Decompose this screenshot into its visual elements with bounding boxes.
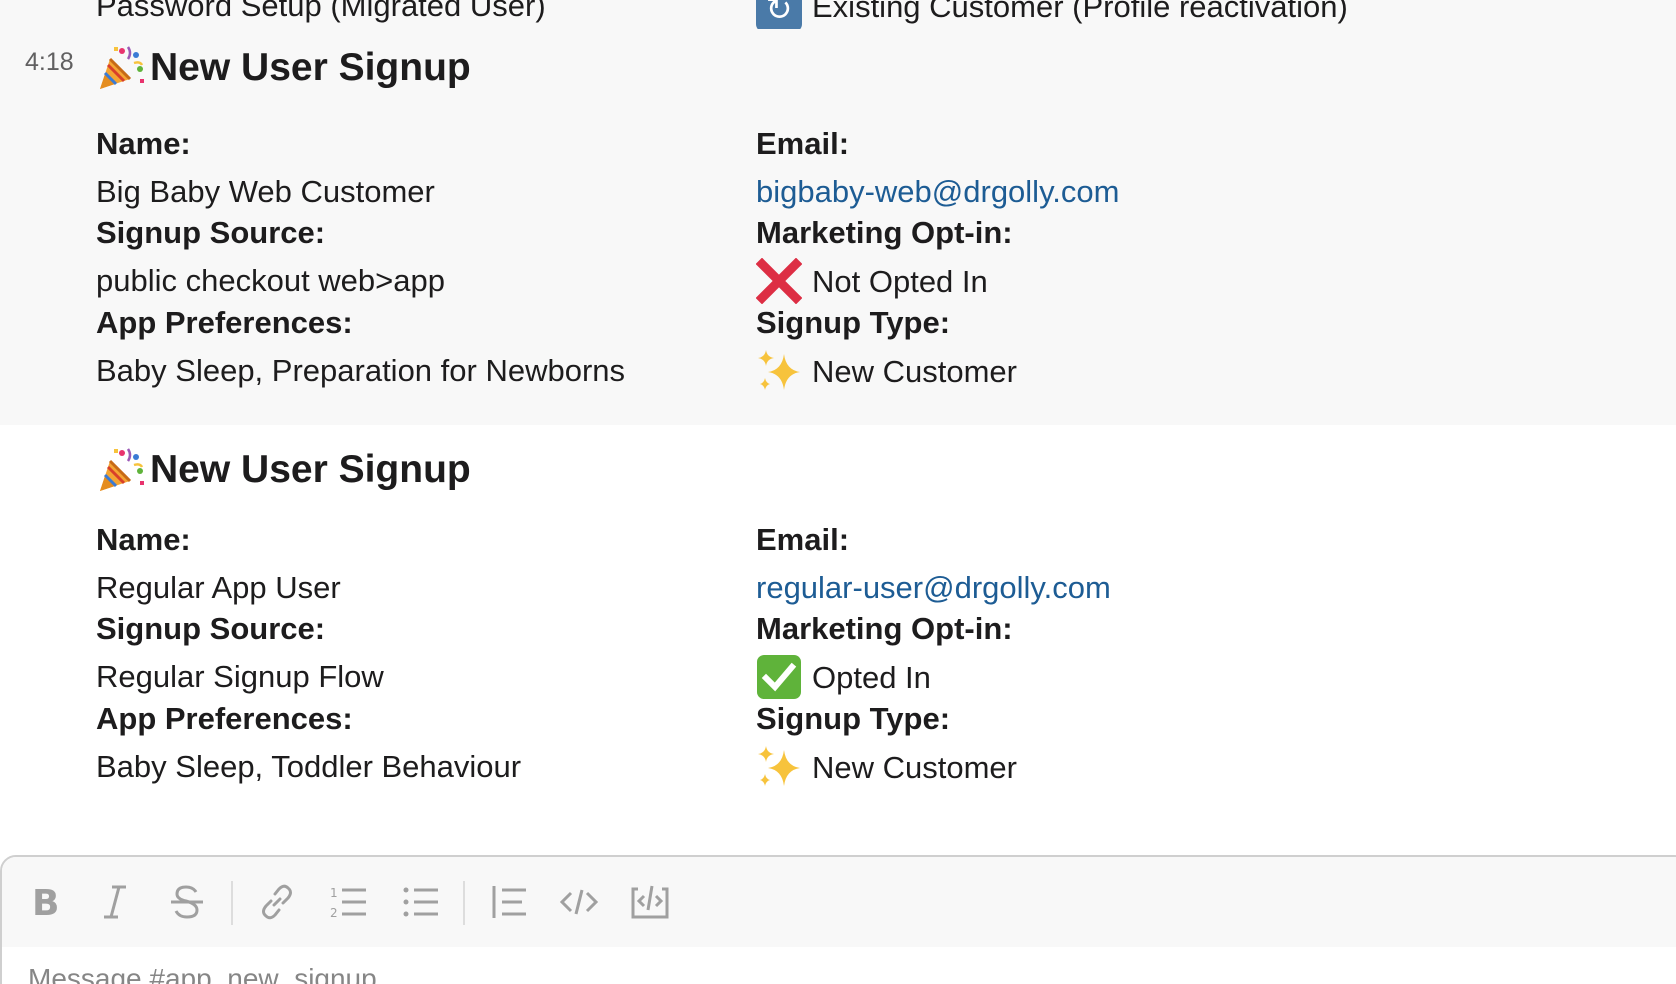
party-popper-icon [100, 46, 144, 89]
field-label: Name: [96, 522, 191, 557]
field-label: Marketing Opt-in: [756, 611, 1013, 646]
previous-message-left-text: Password Setup (Migrated User) [96, 0, 546, 23]
check-mark-icon [757, 655, 801, 699]
message-timestamp[interactable]: 4:18 [25, 48, 74, 77]
field-label: Signup Type: [756, 305, 951, 340]
message-title-text: New User Signup [150, 46, 471, 89]
svg-text:B: B [32, 883, 59, 921]
link-icon[interactable] [252, 877, 302, 927]
refresh-icon: ↻ [756, 0, 802, 29]
field-value: Opted In [812, 660, 931, 696]
field-value: Not Opted In [812, 264, 988, 300]
field-signup-source: Signup Source: public checkout web>app [96, 213, 445, 301]
toolbar-divider [231, 881, 233, 925]
field-signup-type: Signup Type: New Customer [756, 699, 1017, 787]
field-label: Signup Type: [756, 701, 951, 736]
svg-text:2: 2 [330, 906, 338, 920]
bulleted-list-icon[interactable] [396, 877, 446, 927]
message-composer[interactable]: B 12 Message #app_new_signup [0, 855, 1676, 984]
previous-message-right-text: Existing Customer (Profile reactivation) [812, 0, 1348, 25]
field-marketing-optin: Marketing Opt-in: Not Opted In [756, 213, 1013, 304]
field-signup-type: Signup Type: New Customer [756, 303, 1017, 391]
slack-channel-view: Password Setup (Migrated User) ↻ Existing… [0, 0, 1676, 984]
ordered-list-icon[interactable]: 12 [324, 877, 374, 927]
field-label: Marketing Opt-in: [756, 215, 1013, 250]
field-value: Big Baby Web Customer [96, 174, 435, 209]
field-value: public checkout web>app [96, 263, 445, 298]
blockquote-icon[interactable] [484, 877, 534, 927]
code-block-icon[interactable] [625, 877, 675, 927]
field-value: Regular Signup Flow [96, 659, 384, 694]
message-title-text: New User Signup [150, 448, 471, 491]
field-value: Baby Sleep, Preparation for Newborns [96, 353, 626, 388]
email-link[interactable]: regular-user@drgolly.com [756, 568, 1111, 608]
field-label: Email: [756, 126, 850, 161]
email-link[interactable]: bigbaby-web@drgolly.com [756, 172, 1119, 212]
field-name: Name: Regular App User [96, 520, 341, 608]
field-value: Baby Sleep, Toddler Behaviour [96, 749, 522, 784]
strikethrough-icon[interactable] [162, 877, 212, 927]
field-signup-source: Signup Source: Regular Signup Flow [96, 609, 384, 697]
field-label: Signup Source: [96, 611, 326, 646]
cross-mark-icon [756, 258, 802, 304]
previous-message: Password Setup (Migrated User) ↻ Existing… [0, 0, 1676, 29]
field-label: Name: [96, 126, 191, 161]
message-new-user-signup[interactable]: New User Signup Name: Regular App User E… [0, 425, 1676, 855]
field-marketing-optin: Marketing Opt-in: Opted In [756, 609, 1013, 699]
italic-icon[interactable] [90, 877, 140, 927]
message-input[interactable]: Message #app_new_signup [28, 963, 377, 984]
field-app-preferences: App Preferences: Baby Sleep, Toddler Beh… [96, 699, 521, 787]
field-name: Name: Big Baby Web Customer [96, 124, 435, 212]
sparkles-icon [758, 350, 800, 390]
formatting-toolbar: B 12 [2, 857, 1676, 947]
bold-icon[interactable]: B [22, 877, 72, 927]
field-email: Email: bigbaby-web@drgolly.com [756, 124, 1119, 212]
party-popper-icon [100, 448, 144, 491]
field-label: Email: [756, 522, 850, 557]
message-title: New User Signup [96, 445, 471, 495]
message-new-user-signup[interactable]: 4:18 New User Signup Name: Big Baby Web … [0, 29, 1676, 425]
svg-text:1: 1 [330, 886, 338, 900]
code-icon[interactable] [554, 877, 604, 927]
field-email: Email: regular-user@drgolly.com [756, 520, 1111, 608]
field-value: New Customer [812, 750, 1017, 786]
sparkles-icon [758, 746, 800, 786]
field-app-preferences: App Preferences: Baby Sleep, Preparation… [96, 303, 625, 391]
message-title: New User Signup [96, 43, 471, 93]
field-label: App Preferences: [96, 305, 353, 340]
field-value: New Customer [812, 354, 1017, 390]
field-label: App Preferences: [96, 701, 353, 736]
field-label: Signup Source: [96, 215, 326, 250]
field-value: Regular App User [96, 570, 341, 605]
toolbar-divider [463, 881, 465, 925]
